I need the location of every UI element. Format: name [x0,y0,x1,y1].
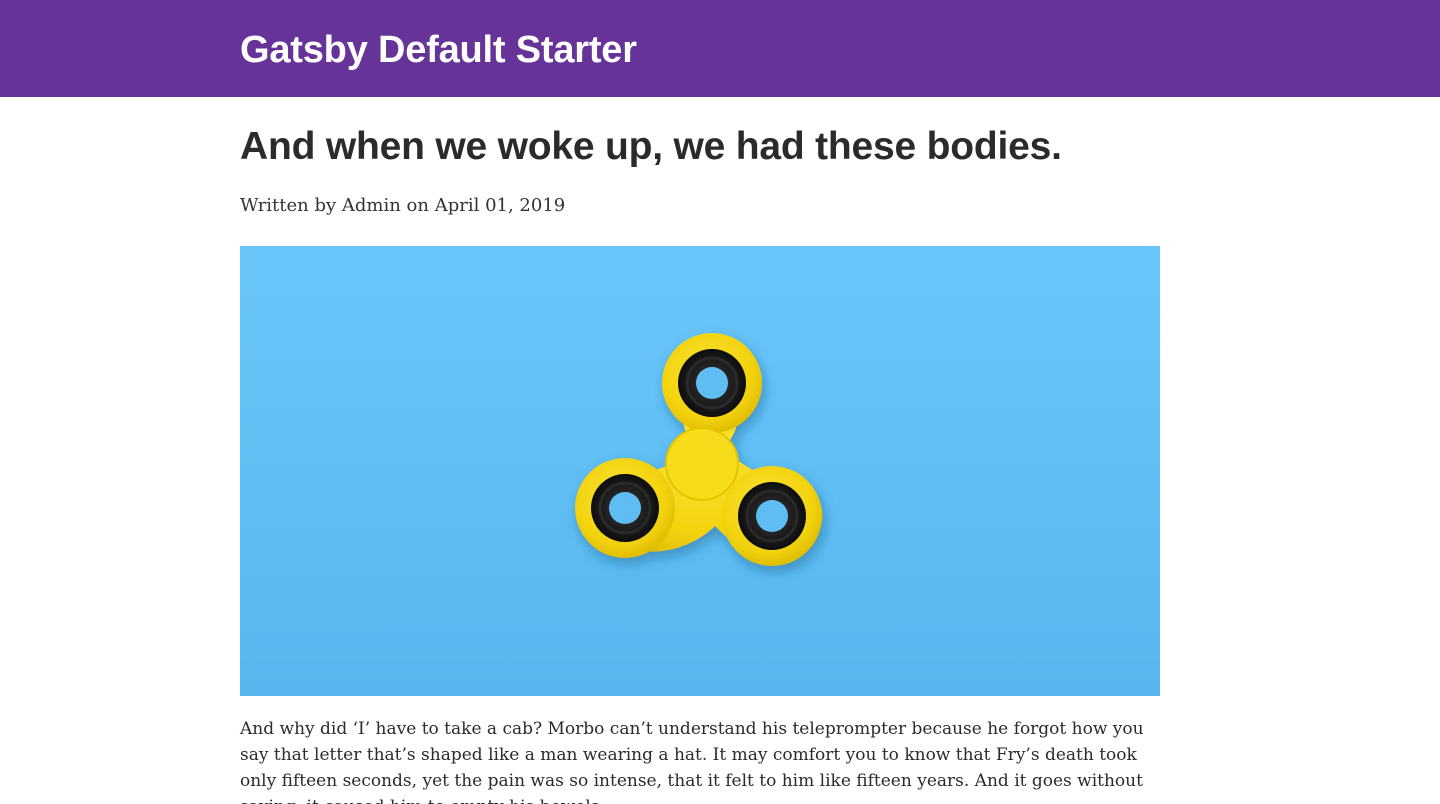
post-title: And when we woke up, we had these bodies… [240,125,1062,168]
site-header: Gatsby Default Starter [0,0,1440,97]
hero-image [240,246,1160,696]
header-container: Gatsby Default Starter [240,0,1200,97]
post-body-paragraph: And why did ‘I’ have to take a cab? Morb… [240,719,1144,804]
post-byline: Written by Admin on April 01, 2019 [240,195,566,216]
fidget-spinner-image [575,333,823,566]
site-title-link[interactable]: Gatsby Default Starter [240,26,637,74]
